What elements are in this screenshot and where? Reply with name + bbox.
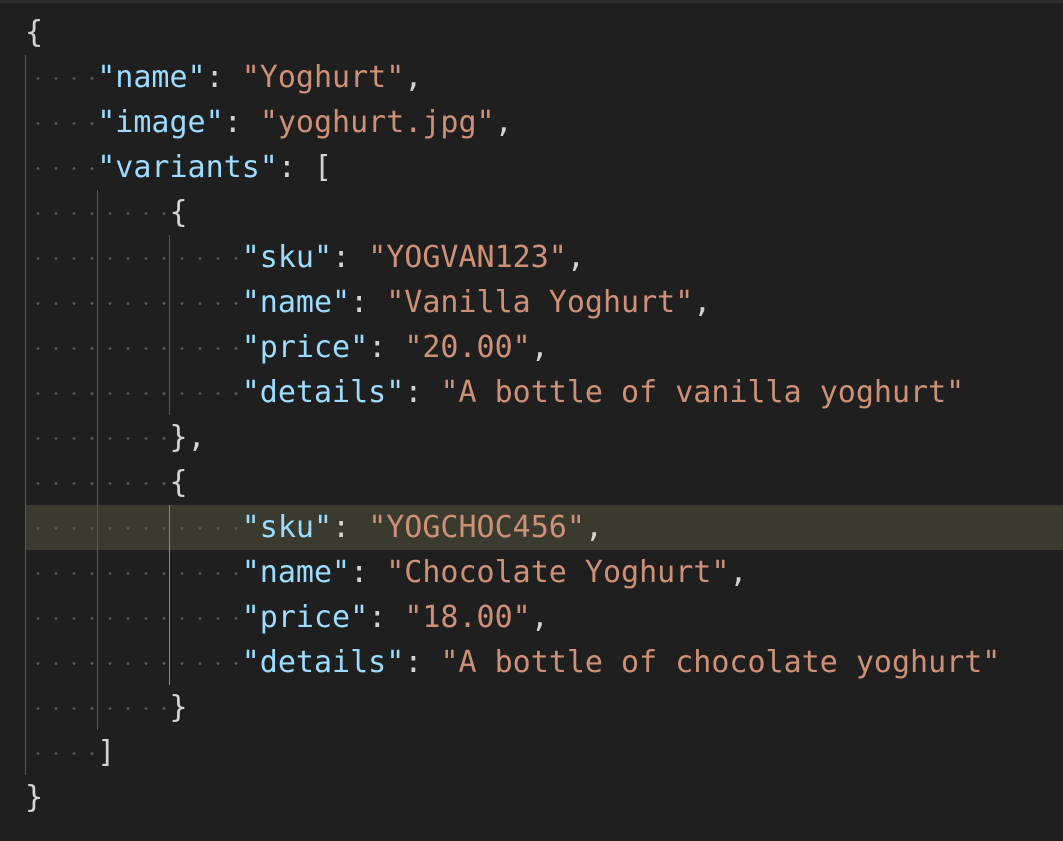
close-brace: }, [169,420,206,455]
json-string-value: "18.00" [404,600,531,635]
json-key: "details" [241,375,405,410]
colon: : [332,510,369,545]
json-string-value: "yoghurt.jpg" [259,105,495,140]
code-line[interactable]: "details": "A bottle of vanilla yoghurt" [0,370,1063,415]
colon: : [350,555,387,590]
indent-guide [25,55,26,775]
json-string-value: "Yoghurt" [241,60,405,95]
code-line[interactable]: "image": "yoghurt.jpg", [0,100,1063,145]
json-key: "price" [241,600,369,635]
colon: : [223,105,260,140]
code-text: } [25,775,43,820]
colon: : [404,375,441,410]
colon: : [404,645,441,680]
colon: : [368,600,405,635]
comma: , [494,105,513,140]
code-editor[interactable]: { "name": "Yoghurt", "image": "yoghurt.j… [0,0,1063,841]
json-string-value: "YOGVAN123" [368,240,567,275]
code-text: "name": "Yoghurt", [25,55,422,100]
close-brace: ] [97,735,116,770]
colon: : [368,330,405,365]
colon: : [277,150,314,185]
json-key: "sku" [241,240,333,275]
json-string-value: "A bottle of vanilla yoghurt" [440,375,965,410]
code-line[interactable]: } [0,775,1063,820]
code-text: "sku": "YOGVAN123", [25,235,585,280]
code-line[interactable]: { [0,10,1063,55]
json-string-value: "A bottle of chocolate yoghurt" [440,645,1001,680]
json-key: "name" [97,60,206,95]
colon: : [205,60,242,95]
code-line[interactable]: "name": "Vanilla Yoghurt", [0,280,1063,325]
json-string-value: "YOGCHOC456" [368,510,585,545]
code-text: "price": "18.00", [25,595,549,640]
code-text: } [25,685,188,730]
code-line[interactable]: "price": "20.00", [0,325,1063,370]
indent-guide [169,505,170,685]
colon: : [350,285,387,320]
comma: , [584,510,603,545]
code-text: "image": "yoghurt.jpg", [25,100,513,145]
indent-guide [169,235,170,415]
json-string-value: "Vanilla Yoghurt" [386,285,694,320]
json-key: "variants" [97,150,278,185]
code-text: "name": "Chocolate Yoghurt", [25,550,748,595]
json-key: "image" [97,105,224,140]
colon: : [332,240,369,275]
json-key: "details" [241,645,405,680]
comma: , [530,330,549,365]
json-string-value: "Chocolate Yoghurt" [386,555,730,590]
comma: , [729,555,748,590]
code-line[interactable]: } [0,685,1063,730]
code-line[interactable]: "name": "Chocolate Yoghurt", [0,550,1063,595]
code-text: }, [25,415,206,460]
code-line[interactable]: "sku": "YOGCHOC456", [25,505,1063,550]
json-key: "sku" [241,510,333,545]
comma: , [693,285,712,320]
close-brace: } [25,780,44,815]
json-key: "name" [241,555,351,590]
code-text: "details": "A bottle of chocolate yoghur… [25,640,1001,685]
code-text: { [25,460,188,505]
comma: , [566,240,585,275]
open-bracket: [ [314,150,333,185]
open-brace: { [25,15,44,50]
code-line[interactable]: "price": "18.00", [0,595,1063,640]
code-text: "name": "Vanilla Yoghurt", [25,280,712,325]
code-text: "variants": [ [25,145,332,190]
code-line[interactable]: "variants": [ [0,145,1063,190]
code-line[interactable]: "details": "A bottle of chocolate yoghur… [0,640,1063,685]
code-line[interactable]: ] [0,730,1063,775]
code-text: "details": "A bottle of vanilla yoghurt" [25,370,964,415]
json-key: "price" [241,330,369,365]
close-brace: } [169,690,188,725]
json-string-value: "20.00" [404,330,531,365]
code-line[interactable]: "name": "Yoghurt", [0,55,1063,100]
open-brace: { [169,465,188,500]
comma: , [530,600,549,635]
code-text: "price": "20.00", [25,325,549,370]
code-line[interactable]: }, [0,415,1063,460]
code-text: { [25,190,188,235]
open-brace: { [169,195,188,230]
indent-guide [97,190,98,730]
code-line[interactable]: "sku": "YOGVAN123", [0,235,1063,280]
comma: , [404,60,423,95]
code-text: "sku": "YOGCHOC456", [25,505,603,550]
code-text: { [25,10,43,55]
json-key: "name" [241,285,351,320]
code-text: ] [25,730,115,775]
code-line[interactable]: { [0,190,1063,235]
code-line[interactable]: { [0,460,1063,505]
